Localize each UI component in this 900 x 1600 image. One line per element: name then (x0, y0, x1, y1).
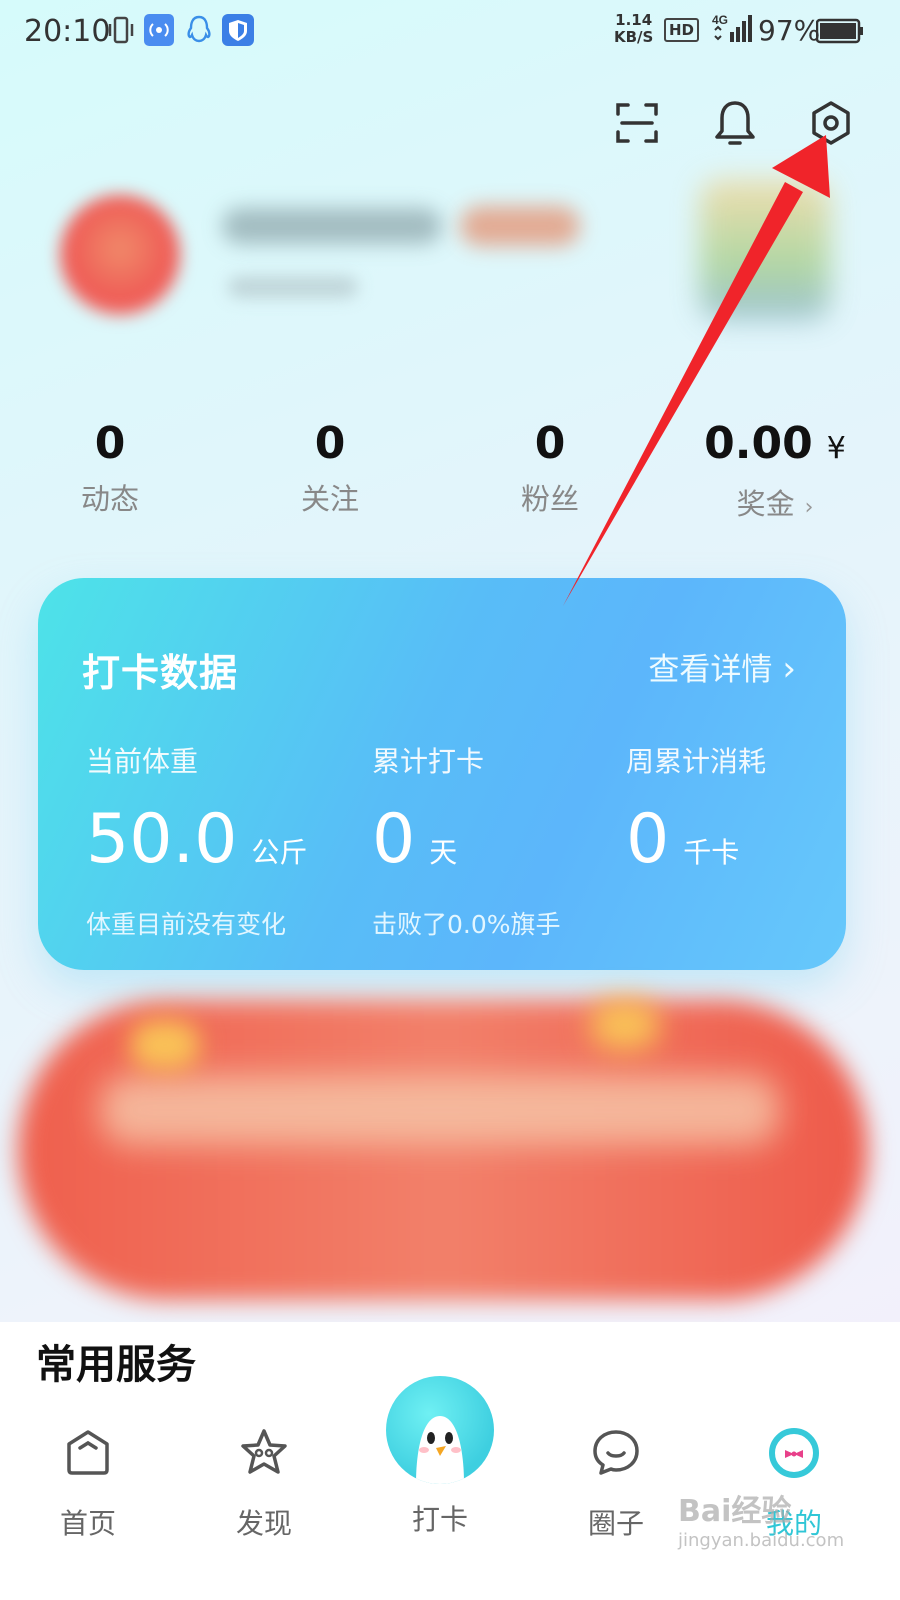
metric-label: 累计打卡 (372, 745, 485, 778)
stat-posts[interactable]: 0 动态 (60, 418, 160, 518)
view-details-link[interactable]: 查看详情 › (648, 644, 796, 689)
promo-banner-decoration (590, 1000, 660, 1050)
promo-banner-text-blurred (100, 1075, 780, 1145)
bonus-label: 奖金 (736, 487, 795, 521)
nav-label: 发现 (235, 1507, 292, 1540)
profile-ring-icon (769, 1428, 819, 1478)
signal-icon: 4G (712, 13, 752, 42)
nav-home[interactable]: 首页 (28, 1426, 148, 1542)
stat-label: 粉丝 (520, 482, 579, 516)
username-blurred (222, 208, 442, 244)
stat-following[interactable]: 0 关注 (280, 418, 380, 518)
stat-label: 动态 (80, 482, 139, 516)
battery-icon (816, 18, 863, 44)
svg-text:4G: 4G (712, 13, 728, 27)
network-speed: 1.14 KB/S (614, 12, 653, 46)
nav-discover[interactable]: 发现 (204, 1426, 324, 1542)
metric-unit: 天 (429, 836, 458, 869)
checkin-data-card[interactable]: 打卡数据 查看详情 › 当前体重 50.0 公斤 体重目前没有变化 累计打卡 0天 … (38, 578, 846, 970)
vibrate-icon (108, 16, 134, 44)
promo-banner-decoration (130, 1020, 200, 1070)
metric-number: 0 (372, 800, 416, 879)
nav-label: 首页 (59, 1507, 116, 1540)
user-subtitle-blurred (228, 276, 358, 298)
watermark-url: jingyan.baidu.com (678, 1530, 845, 1551)
nav-circle[interactable]: 圈子 (556, 1426, 676, 1542)
scan-icon[interactable] (612, 98, 662, 148)
stat-value: 0 (94, 418, 126, 469)
metric-weekly-burn: 周累计消耗 0 千卡 (626, 740, 766, 891)
metric-note: 击败了0.0%旗手 (372, 910, 561, 939)
metric-unit: 公斤 (251, 836, 308, 869)
currency-symbol: ¥ (826, 431, 846, 466)
card-title: 打卡数据 (82, 651, 239, 695)
view-details-label: 查看详情 (648, 652, 773, 688)
metric-label: 当前体重 (86, 745, 199, 778)
services-title: 常用服务 (36, 1342, 196, 1388)
penguin-icon (386, 1376, 494, 1484)
metric-value: 0天 (372, 802, 561, 891)
shield-icon (222, 14, 254, 46)
metric-number: 0 (626, 800, 670, 879)
stat-value: 0 (314, 418, 346, 469)
chat-icon (593, 1430, 639, 1475)
stat-label: 关注 (300, 482, 359, 516)
nav-label: 打卡 (411, 1503, 468, 1536)
metric-label: 周累计消耗 (626, 745, 767, 778)
home-icon (67, 1430, 109, 1475)
bonus-amount: 0.00 (704, 418, 813, 469)
battery-percent: 97% (758, 14, 821, 47)
stat-followers[interactable]: 0 粉丝 (500, 418, 600, 518)
hd-badge: HD (664, 18, 700, 42)
level-tag-blurred (460, 206, 580, 246)
metric-unit: 千卡 (683, 836, 740, 869)
status-bar: 20:10 1.14 KB/S HD 4G 97% (0, 0, 900, 64)
chevron-right-icon: › (804, 495, 814, 520)
metric-value: 0 千卡 (626, 802, 766, 891)
chevron-right-icon: › (782, 649, 796, 689)
bell-icon[interactable] (710, 98, 760, 148)
gear-icon[interactable] (806, 98, 856, 148)
avatar[interactable] (60, 195, 180, 315)
stat-bonus[interactable]: 0.00 ¥ 奖金 › (690, 418, 860, 523)
speed-unit: KB/S (614, 28, 654, 46)
watermark-brand: Bai经验 (678, 1494, 792, 1529)
star-icon (241, 1429, 287, 1474)
nav-label: 圈子 (587, 1507, 644, 1540)
qq-icon (187, 15, 211, 43)
metric-note: 体重目前没有变化 (86, 910, 287, 939)
medal-badge-blurred[interactable] (700, 180, 830, 320)
hotspot-icon (144, 14, 174, 46)
metric-current-weight: 当前体重 50.0 公斤 体重目前没有变化 (86, 740, 307, 941)
nav-checkin[interactable]: 打卡 (380, 1376, 500, 1538)
metric-total-checkins: 累计打卡 0天 击败了0.0%旗手 (372, 740, 561, 941)
stat-value: 0.00 ¥ (690, 418, 860, 475)
stat-value: 0 (534, 418, 566, 469)
metric-number: 50.0 (86, 800, 238, 879)
status-time: 20:10 (24, 14, 111, 49)
stat-label: 奖金 › (690, 481, 860, 523)
speed-value: 1.14 (615, 11, 653, 29)
metric-value: 50.0 公斤 (86, 802, 307, 891)
